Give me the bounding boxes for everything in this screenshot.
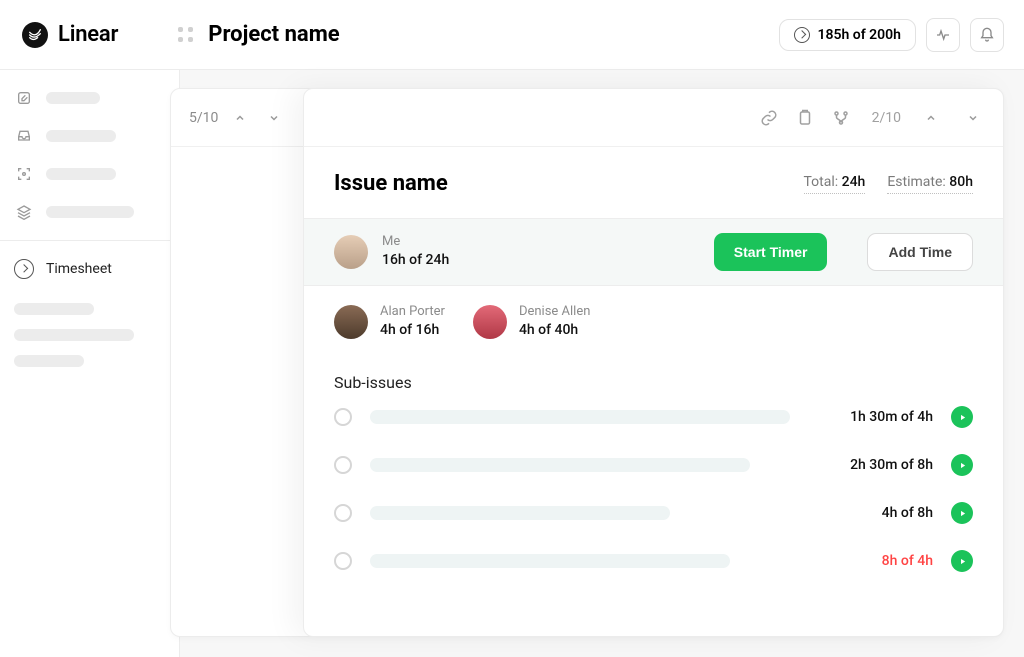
pager-counter: 5/10 xyxy=(189,110,218,126)
sidebar-item-placeholder xyxy=(46,206,134,218)
sidebar-item-placeholder xyxy=(46,168,116,180)
avatar xyxy=(473,305,507,339)
clipboard-icon[interactable] xyxy=(796,109,814,127)
watcher-hours: 4h of 16h xyxy=(380,321,445,339)
avatar xyxy=(334,305,368,339)
layers-icon xyxy=(14,202,34,222)
notifications-button[interactable] xyxy=(970,18,1004,52)
drag-handle-icon[interactable] xyxy=(178,27,194,43)
start-timer-icon-button[interactable] xyxy=(951,406,973,428)
topbar: Linear Project name 185h of 200h xyxy=(0,0,1024,70)
sidebar-item-placeholder xyxy=(46,92,100,104)
issue-estimate: Estimate: 80h xyxy=(887,174,973,194)
sidebar-item-placeholder xyxy=(46,130,116,142)
assignee-me-info: Me 16h of 24h xyxy=(382,234,449,269)
sub-issues-list: 1h 30m of 4h 2h 30m of 8h 4h of 8h 8h of… xyxy=(304,406,1003,578)
sub-issue-time: 8h of 4h xyxy=(882,553,933,569)
sub-issue-placeholder xyxy=(370,554,730,568)
add-time-button[interactable]: Add Time xyxy=(867,233,973,271)
sub-issue-row[interactable]: 1h 30m of 4h xyxy=(334,406,973,428)
issue-title: Issue name xyxy=(334,171,448,196)
sub-issue-time: 2h 30m of 8h xyxy=(850,457,933,473)
assignee-hours: 16h of 24h xyxy=(382,251,449,269)
activity-button[interactable] xyxy=(926,18,960,52)
sub-issue-row[interactable]: 8h of 4h xyxy=(334,550,973,572)
issue-header: Issue name Total: 24h Estimate: 80h xyxy=(304,147,1003,218)
watcher-name: Denise Allen xyxy=(519,304,590,321)
watcher-hours: 4h of 40h xyxy=(519,321,590,339)
status-circle-icon[interactable] xyxy=(334,456,352,474)
issue-panel: 2/10 Issue name Total: 24h Estimate: 80h… xyxy=(303,88,1004,637)
watcher: Alan Porter 4h of 16h xyxy=(334,304,445,339)
assignee-me-row: Me 16h of 24h Start Timer Add Time xyxy=(304,218,1003,286)
inbox-icon xyxy=(14,126,34,146)
issue-pager: 2/10 xyxy=(872,110,901,126)
project-title: Project name xyxy=(208,22,339,47)
next-button[interactable] xyxy=(262,106,286,130)
branch-icon[interactable] xyxy=(832,109,850,127)
prev-button[interactable] xyxy=(228,106,252,130)
project-title-group: Project name xyxy=(178,22,339,47)
timesheet-icon xyxy=(14,259,34,279)
focus-icon xyxy=(14,164,34,184)
sidebar-divider xyxy=(0,240,179,241)
sub-issue-time: 4h of 8h xyxy=(882,505,933,521)
issue-toolbar: 2/10 xyxy=(304,89,1003,147)
sub-issue-placeholder xyxy=(370,458,750,472)
link-icon[interactable] xyxy=(760,109,778,127)
sidebar-item[interactable] xyxy=(14,202,165,222)
sub-issue-time: 1h 30m of 4h xyxy=(850,409,933,425)
logo-icon xyxy=(22,22,48,48)
start-timer-icon-button[interactable] xyxy=(951,550,973,572)
sidebar-recent-placeholder xyxy=(14,303,165,367)
status-circle-icon[interactable] xyxy=(334,552,352,570)
sidebar-item-timesheet[interactable]: Timesheet xyxy=(14,259,165,279)
status-circle-icon[interactable] xyxy=(334,408,352,426)
watcher: Denise Allen 4h of 40h xyxy=(473,304,590,339)
sidebar-item[interactable] xyxy=(14,88,165,108)
issue-prev-button[interactable] xyxy=(919,106,943,130)
sub-issues-label: Sub-issues xyxy=(304,347,1003,406)
watchers-row: Alan Porter 4h of 16h Denise Allen 4h of… xyxy=(304,286,1003,347)
assignee-name: Me xyxy=(382,234,449,251)
start-timer-icon-button[interactable] xyxy=(951,454,973,476)
sidebar-item-label: Timesheet xyxy=(46,261,112,277)
sub-issue-row[interactable]: 4h of 8h xyxy=(334,502,973,524)
issue-next-button[interactable] xyxy=(961,106,985,130)
gauge-icon xyxy=(794,27,810,43)
app-logo[interactable]: Linear xyxy=(22,22,118,48)
app-name: Linear xyxy=(58,22,118,47)
sidebar-item[interactable] xyxy=(14,126,165,146)
sidebar-item[interactable] xyxy=(14,164,165,184)
avatar xyxy=(334,235,368,269)
project-hours-text: 185h of 200h xyxy=(818,27,901,43)
start-timer-button[interactable]: Start Timer xyxy=(714,233,828,271)
start-timer-icon-button[interactable] xyxy=(951,502,973,524)
edit-icon xyxy=(14,88,34,108)
sub-issue-placeholder xyxy=(370,410,790,424)
status-circle-icon[interactable] xyxy=(334,504,352,522)
project-hours-pill[interactable]: 185h of 200h xyxy=(779,19,916,51)
sub-issue-placeholder xyxy=(370,506,670,520)
issue-totals: Total: 24h Estimate: 80h xyxy=(804,174,974,194)
watcher-name: Alan Porter xyxy=(380,304,445,321)
sub-issue-row[interactable]: 2h 30m of 8h xyxy=(334,454,973,476)
sidebar: Timesheet xyxy=(0,70,180,657)
issue-total: Total: 24h xyxy=(804,174,866,194)
